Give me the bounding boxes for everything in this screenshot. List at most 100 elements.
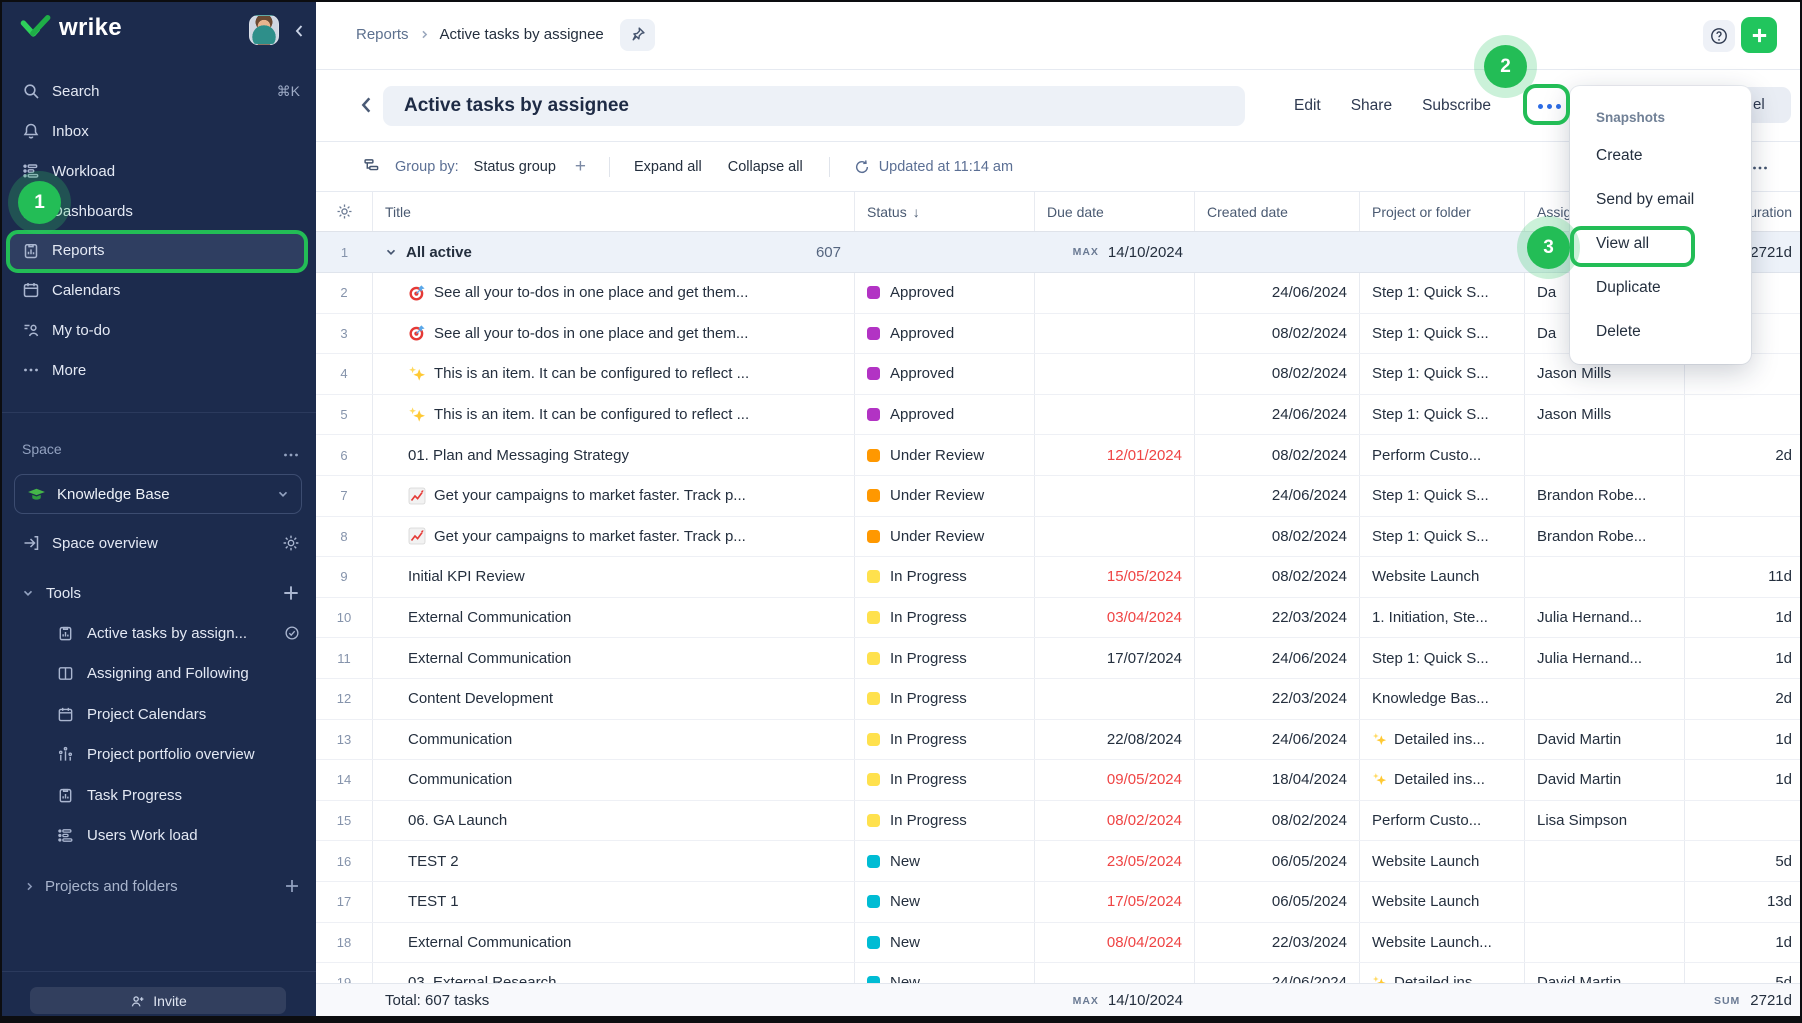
group-label: All active (406, 244, 472, 261)
task-title: See all your to-dos in one place and get… (434, 325, 748, 342)
table-row[interactable]: 13 Communication In Progress 22/08/2024 … (316, 720, 1802, 761)
menu-item-duplicate[interactable]: Duplicate (1570, 266, 1751, 310)
sidebar-item-my-to-do[interactable]: My to-do (0, 310, 316, 350)
report-title: Active tasks by assignee (404, 95, 629, 117)
add-project-icon[interactable] (284, 878, 300, 894)
column-header-title[interactable]: Title (373, 192, 855, 231)
tools-list: Active tasks by assign...Assigning and F… (0, 613, 316, 856)
table-row[interactable]: 18 External Communication New 08/04/2024… (316, 923, 1802, 964)
wrike-logo[interactable]: wrike (20, 14, 122, 42)
group-by-label[interactable]: Group by: (395, 159, 459, 175)
table-row[interactable]: 8 Get your campaigns to market faster. T… (316, 517, 1802, 558)
table-row[interactable]: 19 03. External Research New 24/06/2024 … (316, 963, 1802, 983)
table-row[interactable]: 14 Communication In Progress 09/05/2024 … (316, 760, 1802, 801)
table-footer: Total: 607 tasks MAX 14/10/2024 SUM 2721… (316, 983, 1802, 1017)
toolbar-more-icon[interactable] (1750, 159, 1770, 177)
share-button[interactable]: Share (1351, 97, 1392, 115)
sidebar: wrike Search ⌘K InboxWorkloadDashboardsR… (0, 0, 316, 1023)
sidebar-item-inbox[interactable]: Inbox (0, 111, 316, 151)
space-selector-knowledge-base[interactable]: Knowledge Base (14, 474, 302, 514)
table-row[interactable]: 9 Initial KPI Review In Progress 15/05/2… (316, 557, 1802, 598)
sidebar-item-reports[interactable]: Reports (10, 231, 306, 270)
breadcrumb-reports-link[interactable]: Reports (356, 26, 409, 43)
add-tool-icon[interactable] (282, 584, 300, 602)
table-row[interactable]: 16 TEST 2 New 23/05/2024 06/05/2024 Webs… (316, 841, 1802, 882)
menu-item-delete[interactable]: Delete (1570, 310, 1751, 354)
user-avatar[interactable] (249, 15, 279, 45)
report-title-field[interactable]: Active tasks by assignee (383, 86, 1245, 126)
create-new-button[interactable] (1741, 17, 1777, 53)
status-label: In Progress (890, 690, 967, 707)
status-chip (867, 936, 880, 949)
more-options-button[interactable] (1530, 89, 1568, 123)
sidebar-item-dashboards[interactable]: Dashboards (0, 191, 316, 231)
gear-icon[interactable] (282, 534, 300, 552)
sidebar-item-workload[interactable]: Workload (0, 151, 316, 191)
sidebar-tool-project-portfolio-overview[interactable]: Project portfolio overview (0, 735, 316, 776)
sidebar-section-projects-and-folders[interactable]: Projects and folders (0, 866, 316, 906)
menu-item-view-all[interactable]: View all (1570, 222, 1751, 266)
expand-all-button[interactable]: Expand all (634, 159, 702, 175)
group-max-due-date: 14/10/2024 (1108, 244, 1183, 261)
column-header-status[interactable]: Status↓ (855, 192, 1035, 231)
sidebar-item-more[interactable]: More (0, 350, 316, 390)
sidebar-section-tools[interactable]: Tools (0, 573, 316, 613)
sidebar-tool-users-work-load[interactable]: Users Work load (0, 816, 316, 857)
sidebar-item-search[interactable]: Search ⌘K (0, 71, 316, 111)
table-row[interactable]: 17 TEST 1 New 17/05/2024 06/05/2024 Webs… (316, 882, 1802, 923)
group-by-icon (363, 157, 382, 176)
due-date: 08/02/2024 (1035, 801, 1195, 841)
table-row[interactable]: 15 06. GA Launch In Progress 08/02/2024 … (316, 801, 1802, 842)
assignee-name: Julia Hernand... (1525, 598, 1685, 638)
breadcrumb-current-page: Active tasks by assignee (440, 26, 604, 43)
sidebar-item-space-overview[interactable]: Space overview (0, 523, 316, 563)
sidebar-collapse-icon[interactable] (292, 24, 306, 38)
column-header-project[interactable]: Project or folder (1360, 192, 1525, 231)
assignee-name (1525, 557, 1685, 597)
sidebar-item-calendars[interactable]: Calendars (0, 270, 316, 310)
status-label: New (890, 893, 920, 910)
subscribe-button[interactable]: Subscribe (1422, 97, 1491, 115)
menu-item-send-by-email[interactable]: Send by email (1570, 178, 1751, 222)
project-name: Website Launch... (1372, 934, 1492, 951)
title-actions: Edit Share Subscribe (1294, 70, 1491, 141)
table-row[interactable]: 11 External Communication In Progress 17… (316, 638, 1802, 679)
status-chip (867, 530, 880, 543)
table-row[interactable]: 6 01. Plan and Messaging Strategy Under … (316, 435, 1802, 476)
assignee-name: Julia Hernand... (1525, 638, 1685, 678)
back-icon[interactable] (358, 95, 374, 115)
created-date: 08/02/2024 (1195, 801, 1360, 841)
project-name: Step 1: Quick S... (1372, 365, 1489, 382)
invite-button[interactable]: Invite (30, 987, 286, 1014)
sidebar-tool-project-calendars[interactable]: Project Calendars (0, 694, 316, 735)
duration-value: 1d (1685, 720, 1802, 760)
due-date (1035, 273, 1195, 313)
edit-button[interactable]: Edit (1294, 97, 1321, 115)
assignee-name (1525, 679, 1685, 719)
help-button[interactable] (1703, 20, 1735, 52)
group-by-value[interactable]: Status group (474, 159, 556, 175)
menu-item-create[interactable]: Create (1570, 134, 1751, 178)
created-date: 24/06/2024 (1195, 963, 1360, 983)
status-label: Approved (890, 325, 954, 342)
table-row[interactable]: 5 This is an item. It can be configured … (316, 395, 1802, 436)
add-grouping-button[interactable]: + (575, 156, 586, 178)
column-header-due-date[interactable]: Due date (1035, 192, 1195, 231)
refresh-icon[interactable] (854, 159, 870, 175)
table-row[interactable]: 10 External Communication In Progress 03… (316, 598, 1802, 639)
column-header-created-date[interactable]: Created date (1195, 192, 1360, 231)
sidebar-tool-active-tasks-by-assign[interactable]: Active tasks by assign... (0, 613, 316, 654)
table-row[interactable]: 12 Content Development In Progress 22/03… (316, 679, 1802, 720)
sidebar-tool-assigning-and-following[interactable]: Assigning and Following (0, 654, 316, 695)
sidebar-tool-task-progress[interactable]: Task Progress (0, 775, 316, 816)
space-options-icon[interactable] (282, 446, 300, 464)
task-title: External Communication (408, 934, 571, 951)
column-settings-icon[interactable] (336, 203, 353, 220)
todo-icon (22, 321, 40, 339)
pin-button[interactable] (620, 19, 655, 51)
table-row[interactable]: 7 Get your campaigns to market faster. T… (316, 476, 1802, 517)
collapse-all-button[interactable]: Collapse all (728, 159, 803, 175)
collapse-group-icon[interactable] (385, 246, 397, 258)
max-label: MAX (1073, 246, 1099, 258)
status-chip (867, 976, 880, 983)
